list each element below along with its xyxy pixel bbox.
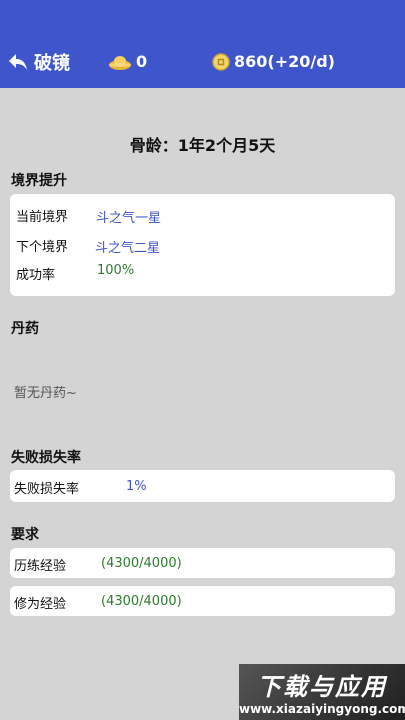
current-realm-label: 当前境界	[16, 210, 69, 225]
content-area: 骨龄：1年2个月5天 境界提升 当前境界 斗之气一星 下个境界 斗之气二星 成功…	[0, 88, 405, 720]
gold-amount: 0	[136, 52, 148, 71]
realm-card: 当前境界 斗之气一星 下个境界 斗之气二星 成功率 100%	[10, 194, 395, 296]
training-exp-value: (4300/4000)	[101, 556, 182, 571]
coin-counter: 860(+20/d)	[212, 52, 335, 71]
next-realm-value: 斗之气二星	[95, 241, 161, 256]
requirement-row: 修为经验 (4300/4000)	[10, 586, 395, 616]
failure-rate-value: 1%	[126, 479, 147, 494]
pills-section-title: 丹药	[11, 321, 39, 337]
failure-card: 失败损失率 1%	[10, 470, 395, 502]
next-realm-label: 下个境界	[16, 240, 69, 255]
failure-section-title: 失败损失率	[11, 450, 81, 466]
app-header: 破镜 0 860(+20/d)	[0, 0, 405, 88]
bone-age-label: 骨龄：1年2个月5天	[129, 136, 276, 155]
coin-amount: 860(+20/d)	[234, 52, 335, 71]
cultivation-exp-value: (4300/4000)	[101, 594, 182, 609]
training-exp-label: 历练经验	[14, 559, 67, 574]
pills-empty-text: 暂无丹药~	[14, 386, 77, 401]
watermark-url: www.xiazaiyingyong.com	[239, 702, 405, 716]
success-rate-value: 100%	[97, 263, 135, 278]
gold-ingot-counter: 0	[108, 52, 147, 71]
cultivation-exp-label: 修为经验	[14, 597, 67, 612]
site-watermark: 下载与应用 www.xiazaiyingyong.com	[239, 664, 405, 720]
gold-ingot-icon	[109, 55, 131, 70]
back-button[interactable]: 破镜	[8, 48, 70, 76]
back-arrow-icon	[9, 54, 27, 70]
page-title: 破镜	[34, 53, 70, 74]
current-realm-value: 斗之气一星	[96, 211, 162, 226]
requirements-section-title: 要求	[11, 527, 39, 543]
realm-section-title: 境界提升	[11, 173, 67, 189]
requirement-row: 历练经验 (4300/4000)	[10, 548, 395, 578]
watermark-title: 下载与应用	[257, 673, 387, 701]
success-rate-label: 成功率	[16, 268, 56, 283]
coin-icon	[212, 52, 230, 71]
failure-rate-label: 失败损失率	[14, 482, 80, 497]
